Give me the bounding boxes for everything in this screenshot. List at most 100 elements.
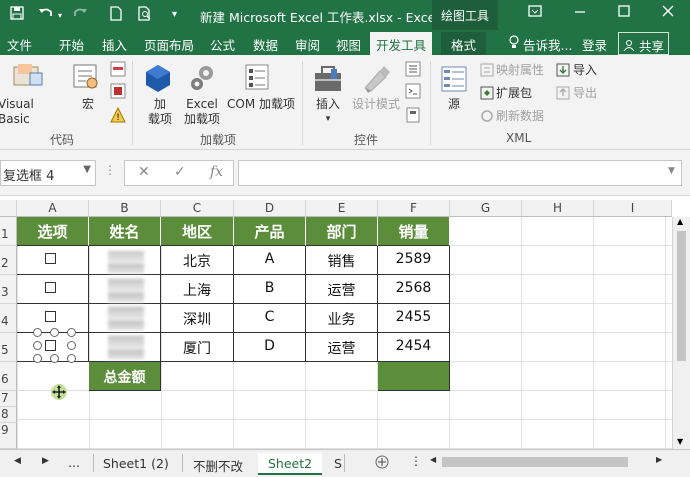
chevron-down-icon[interactable]: ▼: [83, 164, 91, 175]
table-header-cell[interactable]: 选项: [17, 217, 89, 246]
table-cell-sales[interactable]: 2568: [378, 275, 450, 304]
run-dialog-icon[interactable]: [405, 107, 421, 126]
resize-handle[interactable]: [50, 328, 59, 337]
table-cell-dept[interactable]: 运营: [306, 275, 378, 304]
column-header[interactable]: D: [234, 200, 306, 217]
relative-reference-icon[interactable]: [110, 83, 126, 102]
scroll-right-icon[interactable]: ▶: [656, 455, 662, 464]
column-header[interactable]: E: [306, 200, 378, 217]
scroll-down-icon[interactable]: ▼: [677, 437, 683, 446]
next-sheet-icon[interactable]: ▶: [42, 456, 49, 466]
scroll-left-icon[interactable]: ◀: [430, 455, 436, 464]
column-header[interactable]: C: [161, 200, 234, 217]
print-preview-icon[interactable]: [138, 6, 152, 25]
expansion-packs-button[interactable]: 扩展包: [496, 86, 532, 101]
record-macro-icon[interactable]: [110, 61, 126, 80]
export-button[interactable]: 导出: [573, 86, 597, 101]
resize-handle[interactable]: [33, 354, 42, 363]
customize-icon[interactable]: ▾: [172, 9, 177, 20]
table-cell-dept[interactable]: 销售: [306, 246, 378, 275]
new-file-icon[interactable]: [110, 6, 122, 25]
lightbulb-icon[interactable]: [508, 35, 520, 52]
tab-data[interactable]: 数据: [253, 35, 278, 54]
row-header[interactable]: 7: [0, 391, 17, 407]
resize-handle[interactable]: [33, 328, 42, 337]
refresh-data-button[interactable]: 刷新数据: [496, 109, 544, 124]
vertical-scrollbar[interactable]: ▲ ▼: [672, 217, 690, 449]
row-header[interactable]: 5: [0, 333, 17, 362]
table-header-cell[interactable]: 部门: [306, 217, 378, 246]
sheet-tab[interactable]: Sheet1 (2): [103, 453, 169, 475]
properties-icon[interactable]: [405, 61, 421, 80]
resize-handle[interactable]: [67, 341, 76, 350]
expand-formula-icon[interactable]: ▼: [668, 166, 675, 176]
name-box[interactable]: 复选框 4 ▼: [0, 160, 96, 186]
com-addins-button[interactable]: COM 加载项: [224, 97, 298, 112]
tab-developer[interactable]: 开发工具: [370, 32, 433, 55]
insert-control-button[interactable]: 插入 ▾: [312, 97, 344, 127]
share-button[interactable]: 共享: [618, 32, 669, 55]
prev-sheet-icon[interactable]: ◀: [14, 456, 21, 466]
horizontal-scrollbar[interactable]: ◀ ▶: [428, 455, 670, 469]
sheet-tab[interactable]: S: [334, 453, 342, 475]
resize-handle[interactable]: [67, 328, 76, 337]
table-cell-region[interactable]: 上海: [161, 275, 234, 304]
scroll-up-icon[interactable]: ▲: [677, 217, 683, 226]
close-icon[interactable]: [662, 4, 674, 22]
tab-view[interactable]: 视图: [336, 35, 361, 54]
tab-insert[interactable]: 插入: [102, 35, 127, 54]
excel-addins-button[interactable]: Excel 加载项: [180, 97, 224, 127]
sheet-tab[interactable]: 不删不改: [193, 453, 243, 475]
save-icon[interactable]: [10, 6, 24, 24]
tab-file[interactable]: 文件: [7, 35, 32, 54]
table-cell-product[interactable]: A: [234, 246, 306, 275]
add-sheet-icon[interactable]: [375, 455, 389, 472]
column-header[interactable]: G: [450, 200, 522, 217]
total-value-cell[interactable]: [378, 362, 450, 391]
row-header[interactable]: 3: [0, 275, 17, 304]
drag-handle-icon[interactable]: ⋮: [104, 163, 116, 177]
ribbon-display-icon[interactable]: [528, 4, 542, 22]
tell-me-box[interactable]: 告诉我...: [523, 35, 572, 54]
total-label-cell[interactable]: 总金额: [89, 362, 161, 391]
tab-home[interactable]: 开始: [59, 35, 84, 54]
minimize-icon[interactable]: [574, 4, 586, 22]
checkbox[interactable]: [45, 253, 56, 264]
table-cell-dept[interactable]: 运营: [306, 333, 378, 362]
table-header-cell[interactable]: 姓名: [89, 217, 161, 246]
tab-format[interactable]: 格式: [441, 32, 487, 55]
tab-page-layout[interactable]: 页面布局: [144, 35, 194, 54]
scroll-thumb[interactable]: [677, 231, 686, 361]
undo-dropdown-icon[interactable]: ▾: [58, 11, 62, 20]
import-button[interactable]: 导入: [573, 63, 597, 78]
table-cell-region[interactable]: 厦门: [161, 333, 234, 362]
column-header[interactable]: A: [17, 200, 89, 217]
resize-handle[interactable]: [33, 341, 42, 350]
cancel-icon[interactable]: ✕: [138, 164, 150, 180]
table-header-cell[interactable]: 产品: [234, 217, 306, 246]
table-cell-product[interactable]: D: [234, 333, 306, 362]
visual-basic-button[interactable]: Visual Basic: [0, 97, 68, 127]
design-mode-button[interactable]: 设计模式: [348, 97, 404, 112]
map-properties-button[interactable]: 映射属性: [496, 63, 544, 78]
h-scroll-thumb[interactable]: [442, 457, 628, 467]
tab-formulas[interactable]: 公式: [210, 35, 235, 54]
row-header[interactable]: 9: [0, 423, 17, 449]
maximize-icon[interactable]: [618, 4, 630, 22]
redo-icon[interactable]: [72, 6, 88, 24]
row-header[interactable]: 6: [0, 362, 17, 391]
column-header[interactable]: B: [89, 200, 161, 217]
macro-security-icon[interactable]: !: [110, 106, 126, 126]
column-header[interactable]: I: [594, 200, 672, 217]
table-cell-product[interactable]: B: [234, 275, 306, 304]
sheet-tab-active[interactable]: Sheet2: [258, 453, 323, 475]
enter-icon[interactable]: ✓: [174, 164, 186, 180]
checkbox-selected[interactable]: [45, 340, 56, 351]
column-header[interactable]: H: [522, 200, 594, 217]
row-header[interactable]: 4: [0, 304, 17, 333]
table-cell-sales[interactable]: 2455: [378, 304, 450, 333]
table-header-cell[interactable]: 销量: [378, 217, 450, 246]
macro-button[interactable]: 宏: [78, 97, 98, 112]
resize-handle[interactable]: [50, 354, 59, 363]
select-all-corner[interactable]: [0, 200, 17, 217]
